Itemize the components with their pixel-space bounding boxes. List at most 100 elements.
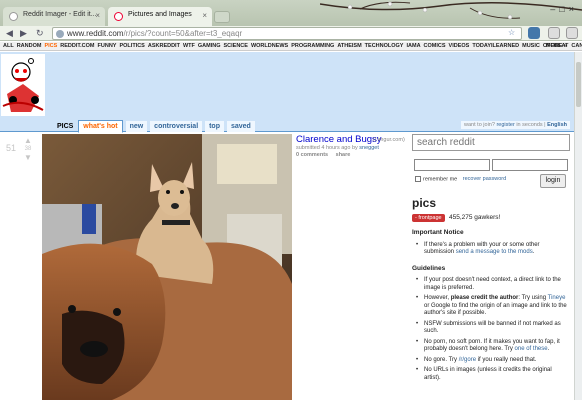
one-of-these-link[interactable]: one of these [515,346,548,352]
subreddit-link-worldnews[interactable]: WORLDNEWS [251,43,288,49]
cherry-blossom-theme-decoration [320,1,582,20]
forward-arrow-icon[interactable]: ▶ [20,28,27,39]
post-rank: 51 [6,143,17,153]
subreddit-link-science[interactable]: SCIENCE [224,43,248,49]
subreddit-title[interactable]: pics [412,196,436,210]
remember-row: remember me recover password [415,176,506,182]
share-link[interactable]: share [336,152,351,158]
frontpage-button[interactable]: - frontpage [412,214,445,222]
downvote-arrow-icon[interactable]: ▼ [22,153,34,162]
gore-link[interactable]: /r/gore [459,357,476,363]
window-controls[interactable]: –□× [550,4,578,14]
subreddit-link-funny[interactable]: FUNNY [98,43,117,49]
subreddit-link-pics[interactable]: PICS [44,43,57,49]
post-tagline: submitted 4 hours ago by snegget [296,145,379,151]
tab-top[interactable]: top [205,121,224,132]
author-link[interactable]: snegget [359,145,379,151]
subreddit-link-programming[interactable]: PROGRAMMING [291,43,334,49]
reddit-favicon-icon [114,12,123,21]
sort-tab-menu: PICS what's hot new controversial top sa… [55,120,256,133]
user-header: want to join? register in seconds | Engl… [461,121,570,129]
list-item: No porn, no soft porn. If it makes you w… [412,339,570,354]
reddit-imager-favicon-icon [9,12,18,21]
comments-link[interactable]: 0 comments [296,152,328,158]
subreddit-bar: ALL RANDOM PICS REDDIT.COM FUNNY POLITICS ASKR… [0,42,582,51]
tab-whats-hot[interactable]: what's hot [78,120,123,133]
subreddit-link-reddit.com[interactable]: REDDIT.COM [60,43,94,49]
list-item-text: . [547,346,550,352]
username-field[interactable] [414,159,490,171]
back-arrow-icon[interactable]: ◀ [6,28,13,39]
browser-tab-strip: Reddit Imager - Edit it... × Pictures an… [0,0,582,26]
language-link[interactable]: English [547,122,567,128]
post-image-dogs[interactable] [42,134,292,400]
post-domain[interactable]: (i.imgur.com) [373,137,405,143]
list-item-text: or Google to find the origin of an image… [424,302,567,317]
browser-tab-title: Reddit Imager - Edit it... [23,11,97,18]
browser-tab-pictures[interactable]: Pictures and Images × [108,7,212,26]
address-bar[interactable]: www.reddit.com/r/pics/?count=50&after=t3… [52,27,522,40]
new-tab-button[interactable] [214,11,230,23]
subreddit-link-random[interactable]: RANDOM [17,43,42,49]
message-mods-link[interactable]: send a message to the mods [456,249,533,255]
subreddit-link-all[interactable]: ALL [3,43,14,49]
close-tab-icon[interactable]: × [95,11,100,20]
subreddit-link-askreddit[interactable]: ASKREDDIT [148,43,180,49]
subreddit-link-gaming[interactable]: GAMING [198,43,221,49]
subreddit-link-todayilearned[interactable]: TODAYILEARNED [472,43,519,49]
subreddit-link-comics[interactable]: COMICS [424,43,446,49]
list-item-text: No URLs in images (unless it credits the… [424,367,552,381]
subreddit-link-canada[interactable]: CANADA [571,43,582,49]
subreddit-link-iama[interactable]: IAMA [406,43,420,49]
remember-me-label: remember me [423,176,458,183]
list-item: However, please credit the author: Try u… [412,295,570,318]
subreddit-link-music[interactable]: MUSIC [522,43,540,49]
subreddit-link-atheism[interactable]: ATHEISM [337,43,361,49]
upvote-arrow-icon[interactable]: ▲ [22,136,34,145]
url-host: www.reddit.com [67,29,124,38]
post-title-link[interactable]: Clarence and Bugsy [296,134,382,145]
list-item: If your post doesn't need context, a dir… [412,277,570,292]
tab-new[interactable]: new [125,121,148,132]
extension-icon[interactable] [528,27,540,39]
list-item-text: : Try using [518,295,548,301]
recover-password-link[interactable]: recover password [463,176,506,182]
pics-subreddit-logo[interactable] [1,54,45,116]
login-button[interactable]: login [540,174,566,188]
more-subreddits-button[interactable]: MORE » [546,43,567,49]
subreddit-name[interactable]: PICS [55,121,75,132]
tab-saved[interactable]: saved [226,121,255,132]
main-content: 51 ▲ 38 ▼ Clarence and Bugsy (i.imgur.co… [0,133,582,400]
list-item: No gore. Try /r/gore if you really need … [412,357,570,365]
browser-toolbar: ◀ ▶ ↻ www.reddit.com/r/pics/?count=50&af… [0,26,582,41]
page-scrollbar[interactable] [574,52,582,400]
reddit-header: PICS what's hot new controversial top sa… [0,52,582,133]
reload-icon[interactable]: ↻ [36,28,44,39]
tab-controversial[interactable]: controversial [150,121,203,132]
globe-icon [56,30,64,38]
bookmark-star-icon[interactable]: ☆ [508,28,515,37]
list-item-bold: please credit the author [450,295,519,301]
important-list: If there's a problem with your or some o… [412,242,570,257]
page-menu-icon[interactable] [548,27,560,39]
tineye-link[interactable]: Tineye [548,295,566,301]
subreddit-link-technology[interactable]: TECHNOLOGY [365,43,404,49]
close-tab-icon[interactable]: × [202,11,207,20]
subreddit-link-politics[interactable]: POLITICS [119,43,144,49]
password-field[interactable] [492,159,568,171]
post-buttons: 0 comments share [296,152,356,158]
browser-tab-reddit-imager[interactable]: Reddit Imager - Edit it... × [3,7,105,26]
guidelines-heading: Guidelines [412,264,446,272]
browser-tab-title: Pictures and Images [128,11,192,18]
register-link[interactable]: register [496,122,514,128]
list-item: No URLs in images (unless it credits the… [412,367,570,382]
important-notice-heading: Important Notice [412,229,464,236]
scrollbar-thumb[interactable] [576,62,581,107]
wrench-icon[interactable] [566,27,578,39]
subreddit-link-wtf[interactable]: WTF [183,43,195,49]
subreddit-link-videos[interactable]: VIDEOS [449,43,470,49]
list-item-text: No gore. Try [424,356,459,363]
search-input[interactable] [412,134,570,151]
tagline-text: submitted 4 hours ago by [296,145,358,151]
remember-me-checkbox[interactable] [415,176,421,182]
